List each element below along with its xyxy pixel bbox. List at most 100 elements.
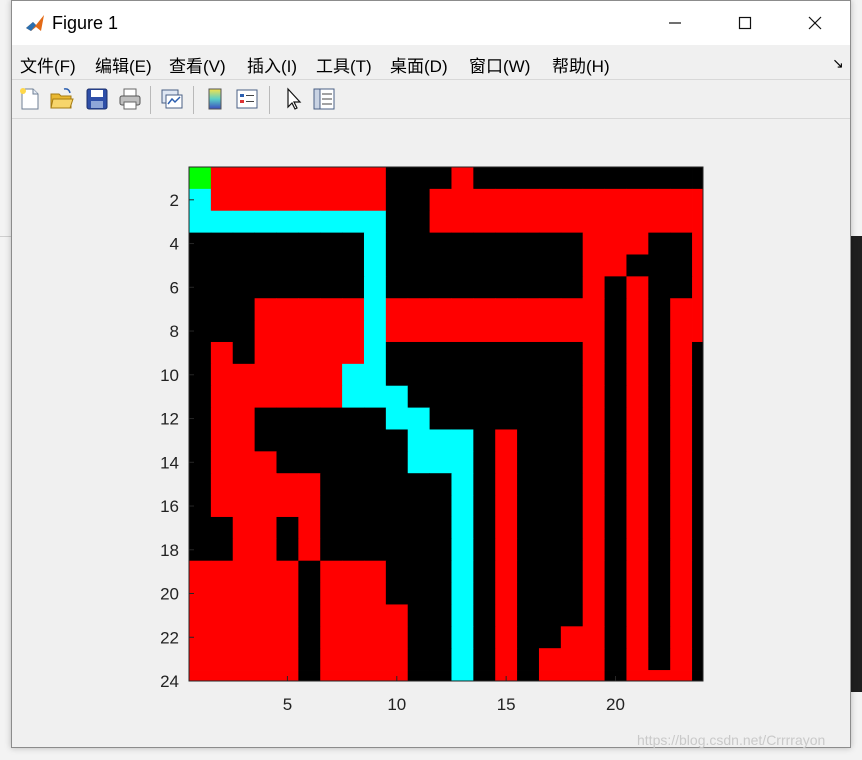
maze-cell bbox=[604, 604, 627, 627]
menu-insert[interactable]: 插入(I) bbox=[247, 52, 297, 77]
maze-cell bbox=[495, 298, 518, 321]
maze-cell bbox=[407, 232, 430, 255]
figure-canvas[interactable]: 5 10 15 20 2 4 6 8 10 12 14 16 18 20 22 24 bbox=[12, 119, 850, 747]
maze-cell bbox=[604, 538, 627, 562]
toolbar-separator bbox=[269, 86, 270, 114]
menu-help[interactable]: 帮助(H) bbox=[552, 52, 610, 77]
maze-cell bbox=[495, 560, 518, 583]
maze-cell bbox=[429, 560, 452, 583]
print-icon[interactable] bbox=[117, 86, 143, 112]
maze-cell bbox=[342, 298, 365, 321]
maze-cell bbox=[560, 276, 584, 299]
maze-cell bbox=[626, 341, 649, 365]
maze-cell bbox=[276, 298, 299, 321]
maze-cell bbox=[517, 167, 540, 190]
maze-cell bbox=[670, 473, 693, 496]
maze-cell bbox=[517, 582, 540, 605]
menu-view[interactable]: 查看(V) bbox=[169, 52, 226, 77]
maze-cell bbox=[495, 210, 518, 234]
maze-cell bbox=[517, 298, 540, 321]
maze-cell bbox=[385, 341, 409, 365]
maze-cell bbox=[692, 648, 704, 671]
maze-cell bbox=[210, 516, 234, 540]
maximize-button[interactable] bbox=[710, 1, 780, 45]
maze-cell bbox=[189, 670, 212, 682]
maze-cell bbox=[254, 254, 277, 277]
maze-cell bbox=[320, 341, 343, 365]
maze-cell bbox=[670, 210, 693, 234]
maze-cell bbox=[342, 363, 365, 387]
menu-window[interactable]: 窗口(W) bbox=[469, 52, 530, 77]
menu-tools[interactable]: 工具(T) bbox=[316, 52, 372, 77]
maze-cell bbox=[473, 407, 496, 430]
maze-cell bbox=[626, 254, 649, 277]
maze-cell bbox=[495, 188, 518, 212]
maze-cell bbox=[407, 254, 430, 277]
maze-cell bbox=[692, 451, 704, 474]
property-inspector-icon[interactable] bbox=[311, 86, 337, 112]
maze-cell bbox=[320, 320, 343, 343]
maze-cell bbox=[363, 582, 387, 605]
maze-cell bbox=[429, 626, 452, 649]
maze-cell bbox=[254, 298, 277, 321]
maze-cell bbox=[604, 648, 627, 671]
maze-cell bbox=[604, 582, 627, 605]
link-plot-icon[interactable] bbox=[159, 86, 185, 112]
maze-cell bbox=[342, 232, 365, 255]
maze-cell bbox=[210, 254, 234, 277]
maze-cell bbox=[342, 626, 365, 649]
maze-cell bbox=[648, 407, 671, 430]
maze-cell bbox=[189, 604, 212, 627]
menu-file[interactable]: 文件(F) bbox=[20, 52, 76, 77]
maze-cell bbox=[451, 320, 474, 343]
maze-heatmap-plot[interactable]: 5 10 15 20 24681012141618202224 bbox=[12, 119, 850, 747]
maze-cell bbox=[385, 516, 409, 540]
menu-desktop[interactable]: 桌面(D) bbox=[390, 52, 448, 77]
maze-cell bbox=[276, 407, 299, 430]
maze-cell bbox=[342, 210, 365, 234]
maze-cell bbox=[560, 451, 584, 474]
maze-cell bbox=[429, 473, 452, 496]
maze-cell bbox=[342, 560, 365, 583]
maze-cell bbox=[582, 516, 605, 540]
maze-cell bbox=[451, 232, 474, 255]
legend-icon[interactable] bbox=[234, 86, 260, 112]
new-figure-icon[interactable] bbox=[17, 86, 43, 112]
menu-edit[interactable]: 编辑(E) bbox=[95, 52, 152, 77]
maze-cell bbox=[473, 560, 496, 583]
save-icon[interactable] bbox=[84, 86, 110, 112]
maze-cell bbox=[363, 604, 387, 627]
maze-cell bbox=[210, 451, 234, 474]
pointer-icon[interactable] bbox=[280, 86, 306, 112]
close-button[interactable] bbox=[780, 1, 850, 45]
dock-figure-icon[interactable]: ↘ bbox=[832, 55, 844, 72]
maze-cell bbox=[210, 363, 234, 387]
maze-cell bbox=[298, 210, 321, 234]
colorbar-icon[interactable] bbox=[202, 86, 228, 112]
maze-cell bbox=[189, 560, 212, 583]
maze-cell bbox=[692, 341, 704, 365]
open-file-icon[interactable] bbox=[49, 86, 75, 112]
maze-cell bbox=[210, 495, 234, 518]
maze-cell bbox=[604, 254, 627, 277]
maze-cell bbox=[538, 254, 562, 277]
maze-cell bbox=[298, 363, 321, 387]
maze-cell bbox=[451, 407, 474, 430]
maze-cell bbox=[385, 429, 409, 452]
maze-cell bbox=[385, 473, 409, 496]
title-bar[interactable]: Figure 1 bbox=[12, 1, 850, 45]
maze-cell bbox=[407, 363, 430, 387]
toolbar-separator bbox=[150, 86, 151, 114]
maze-cell bbox=[298, 604, 321, 627]
maze-cell bbox=[385, 582, 409, 605]
maze-cell bbox=[276, 254, 299, 277]
maze-cell bbox=[342, 495, 365, 518]
minimize-button[interactable] bbox=[640, 1, 710, 45]
maze-cell bbox=[276, 276, 299, 299]
maze-cell bbox=[189, 516, 212, 540]
maze-cell bbox=[298, 626, 321, 649]
maze-cell bbox=[670, 254, 693, 277]
maze-cell bbox=[648, 276, 671, 299]
maze-cell bbox=[407, 648, 430, 671]
maze-cell bbox=[320, 626, 343, 649]
